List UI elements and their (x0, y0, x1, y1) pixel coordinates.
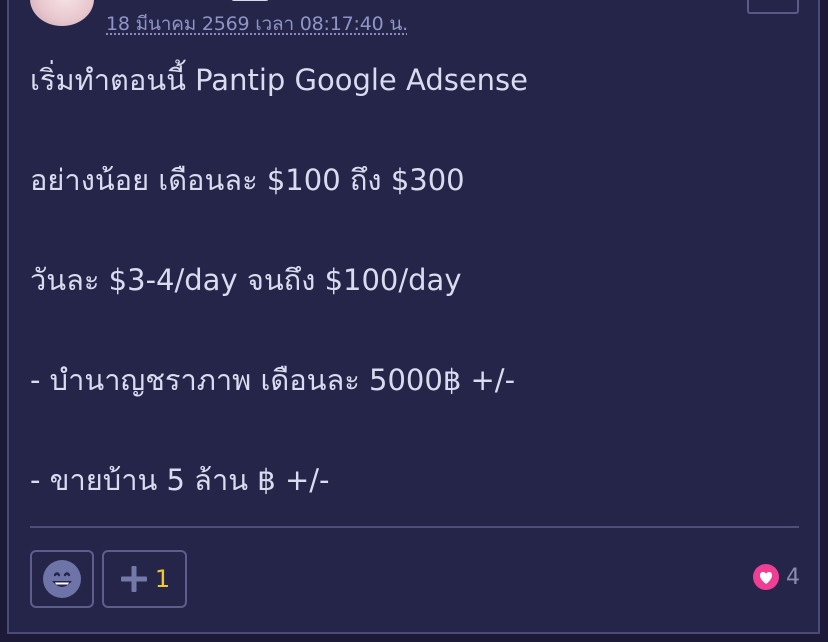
post-menu-button[interactable] (747, 0, 799, 14)
post-line: วันละ $3-4/day จนถึง $100/day (30, 263, 462, 297)
avatar[interactable] (30, 0, 94, 26)
emoji-reaction-button[interactable] (30, 550, 94, 608)
post-line: เริ่มทำตอนนี้ Pantip Google Adsense (30, 63, 529, 97)
heart-count: 4 (786, 564, 800, 590)
heart-icon (753, 564, 779, 590)
post-line: - บำนาญชราภาพ เดือนละ 5000฿ +/- (30, 363, 516, 397)
post-card: 18 มีนาคม 2569 เวลา 08:17:40 น. เริ่มทำต… (7, 0, 820, 634)
post-timestamp[interactable]: 18 มีนาคม 2569 เวลา 08:17:40 น. (106, 9, 408, 39)
author-name[interactable] (231, 0, 269, 1)
plus-icon (120, 566, 147, 592)
plus-vote-count: 1 (154, 565, 171, 593)
plus-vote-button[interactable]: 1 (102, 550, 187, 608)
heart-reactions[interactable]: 4 (752, 563, 800, 591)
smiley-face-icon (43, 560, 81, 598)
divider (30, 526, 799, 528)
post-line: - ขายบ้าน 5 ล้าน ฿ +/- (30, 463, 330, 497)
post-line: อย่างน้อย เดือนละ $100 ถึง $300 (30, 163, 465, 197)
post-body: เริ่มทำตอนนี้ Pantip Google Adsense อย่า… (30, 60, 798, 560)
